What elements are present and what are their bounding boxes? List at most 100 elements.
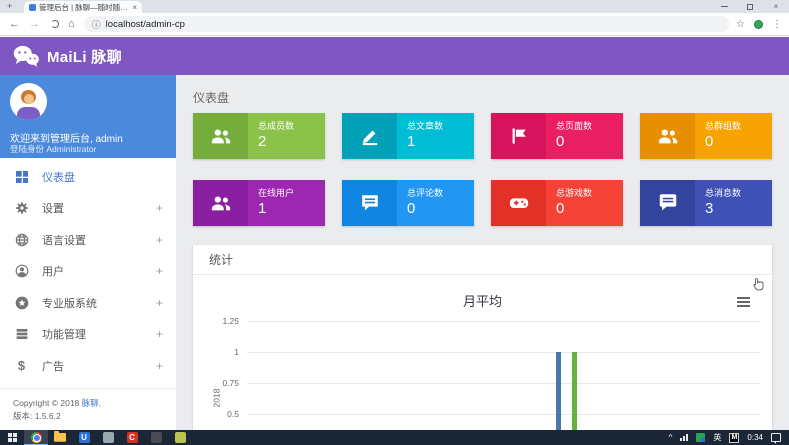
star-circle-icon [13, 294, 30, 311]
sidebar-user-panel: 欢迎来到管理后台, admin 登陆身份 Administrator [0, 75, 176, 158]
app-header: MaiLi 脉聊 [0, 37, 789, 75]
back-button[interactable]: ← [9, 18, 20, 30]
statistics-panel: 统计 月平均 1.25 1 0.75 0.5 2018 [193, 245, 772, 430]
stat-card-total-members[interactable]: 总成员数 2 [193, 113, 325, 159]
taskbar-app-button[interactable] [96, 430, 120, 445]
expand-plus-icon[interactable]: + [156, 359, 163, 373]
action-center-icon[interactable] [771, 433, 781, 442]
user-icon [13, 263, 30, 280]
chart-bar-blue[interactable] [556, 352, 561, 430]
chrome-icon [31, 432, 42, 443]
sidebar-item-language-settings[interactable]: 语言设置 + [0, 224, 176, 256]
reload-button[interactable] [51, 20, 59, 28]
tray-chevron-up-icon[interactable]: ^ [669, 433, 673, 442]
sidebar-item-label: 语言设置 [42, 232, 86, 248]
maili-chat-logo-icon [13, 45, 39, 67]
taskbar-app-button[interactable] [144, 430, 168, 445]
hamburger-icon[interactable] [737, 297, 750, 309]
taskbar-app-button[interactable]: U [72, 430, 96, 445]
m-tray-badge[interactable]: M [729, 433, 739, 443]
gear-icon [13, 200, 30, 217]
online-users-icon [193, 180, 248, 226]
stat-label: 总评论数 [407, 186, 474, 199]
taskbar-app-button[interactable] [168, 430, 192, 445]
expand-plus-icon[interactable]: + [156, 201, 163, 215]
address-bar[interactable]: ⓘ localhost/admin-cp [84, 16, 729, 32]
screen: + 管理后台 | 脉聊—随时随… × × ← → ⌂ ⓘ localhost/a… [0, 0, 789, 445]
new-tab-button[interactable]: + [7, 0, 12, 13]
stat-value: 0 [556, 200, 623, 217]
tab-favicon [29, 4, 36, 11]
tray-app-icon[interactable] [696, 433, 705, 442]
bookmark-star-icon[interactable]: ☆ [736, 19, 745, 30]
expand-plus-icon[interactable]: + [156, 233, 163, 247]
home-button[interactable]: ⌂ [68, 18, 75, 30]
stat-card-online-users[interactable]: 在线用户 1 [193, 180, 325, 226]
sidebar-item-dashboard[interactable]: 仪表盘 [0, 161, 176, 193]
article-icon [342, 113, 397, 159]
close-button[interactable]: × [763, 2, 789, 11]
chart-bar-green[interactable] [572, 352, 577, 430]
stat-card-total-comments[interactable]: 总评论数 0 [342, 180, 474, 226]
gridline [247, 321, 760, 322]
stat-label: 总成员数 [258, 119, 325, 132]
y-tick: 1 [207, 347, 239, 357]
layers-icon [13, 326, 30, 343]
page-body: 欢迎来到管理后台, admin 登陆身份 Administrator 仪表盘 [0, 75, 789, 430]
windows-logo-icon [8, 433, 17, 442]
browser-tab[interactable]: 管理后台 | 脉聊—随时随… × [24, 1, 142, 13]
stat-value: 1 [258, 200, 325, 217]
expand-plus-icon[interactable]: + [156, 327, 163, 341]
expand-plus-icon[interactable]: + [156, 296, 163, 310]
stat-card-total-pages[interactable]: 总页面数 0 [491, 113, 623, 159]
gridline [247, 383, 760, 384]
sidebar-item-pro-system[interactable]: 专业版系统 + [0, 287, 176, 319]
start-button[interactable] [0, 430, 24, 445]
c-app-icon: C [127, 432, 138, 443]
gridline [247, 352, 760, 353]
sidebar-item-users[interactable]: 用户 + [0, 256, 176, 288]
stat-value: 3 [705, 200, 772, 217]
sidebar-item-label: 广告 [42, 358, 64, 374]
sidebar: 欢迎来到管理后台, admin 登陆身份 Administrator 仪表盘 [0, 75, 176, 430]
gridline [247, 414, 760, 415]
sidebar-item-ads[interactable]: $ 广告 + [0, 350, 176, 382]
network-signal-icon[interactable] [680, 434, 688, 441]
extension-icon[interactable] [754, 20, 763, 29]
chart-title: 月平均 [193, 275, 772, 310]
restore-icon [747, 4, 753, 10]
minimize-button[interactable] [711, 2, 737, 11]
tab-close-icon[interactable]: × [132, 3, 137, 12]
taskbar-explorer-button[interactable] [48, 430, 72, 445]
copyright-link[interactable]: 脉聊 [82, 398, 99, 408]
clock[interactable]: 0:34 [747, 433, 763, 442]
dark-app-icon [151, 432, 162, 443]
avatar-face [24, 94, 34, 104]
taskbar-chrome-button[interactable] [24, 430, 48, 445]
dashboard-icon [13, 168, 30, 185]
copyright-line: Copyright © 2018 脉聊. [13, 397, 163, 410]
site-info-icon[interactable]: ⓘ [92, 18, 101, 31]
taskbar-app-button[interactable]: C [120, 430, 144, 445]
browser-tab-strip: + 管理后台 | 脉聊—随时随… × × [0, 0, 789, 13]
restore-button[interactable] [737, 2, 763, 11]
forward-button[interactable]: → [29, 18, 40, 30]
expand-plus-icon[interactable]: + [156, 264, 163, 278]
y-axis-label: 2018 [211, 389, 221, 408]
avatar-shirt [17, 107, 40, 120]
y-tick: 1.25 [207, 316, 239, 326]
y-tick: 0.5 [207, 409, 239, 419]
windows-taskbar: U C ^ 英 M 0:34 [0, 430, 789, 445]
stat-card-total-games[interactable]: 总游戏数 0 [491, 180, 623, 226]
sidebar-item-settings[interactable]: 设置 + [0, 193, 176, 225]
comments-icon [342, 180, 397, 226]
sidebar-item-feature-management[interactable]: 功能管理 + [0, 319, 176, 351]
gray-app-icon [103, 432, 114, 443]
ime-language-badge[interactable]: 英 [713, 432, 721, 443]
tab-title: 管理后台 | 脉聊—随时随… [39, 2, 130, 13]
sidebar-footer: Copyright © 2018 脉聊. 版本: 1.5.6.2 [0, 388, 176, 423]
stat-card-total-messages[interactable]: 总消息数 3 [640, 180, 772, 226]
browser-menu-icon[interactable]: ⋮ [772, 19, 782, 30]
stat-card-total-groups[interactable]: 总群组数 0 [640, 113, 772, 159]
stat-card-total-articles[interactable]: 总文章数 1 [342, 113, 474, 159]
